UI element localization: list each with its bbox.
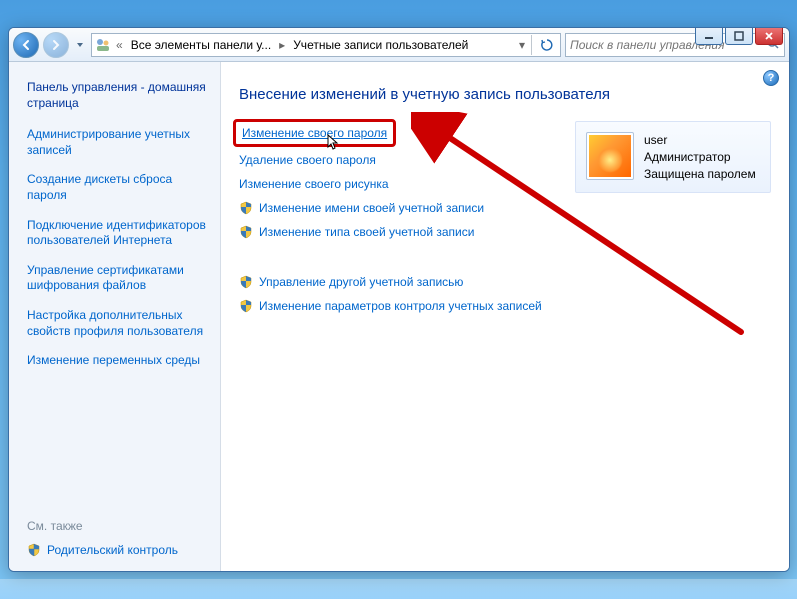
sidebar-link-password-reset-disk[interactable]: Создание дискеты сброса пароля (27, 172, 208, 203)
action-remove-password[interactable]: Удаление своего пароля (239, 151, 551, 169)
shield-icon (239, 201, 253, 215)
action-label: Удаление своего пароля (239, 153, 376, 167)
maximize-button[interactable] (725, 27, 753, 45)
shield-icon (239, 275, 253, 289)
minimize-button[interactable] (695, 27, 723, 45)
action-label: Управление другой учетной записью (259, 275, 463, 289)
sidebar: Панель управления - домашняя страница Ад… (9, 62, 221, 571)
breadcrumb-segment-1[interactable]: Все элементы панели у... (127, 36, 275, 54)
history-dropdown[interactable] (73, 35, 87, 55)
breadcrumb-root-arrow[interactable]: « (114, 38, 125, 52)
user-accounts-icon (94, 36, 112, 54)
action-change-password[interactable]: Изменение своего пароля (242, 124, 387, 142)
avatar (586, 132, 634, 180)
action-change-name[interactable]: Изменение имени своей учетной записи (239, 199, 551, 217)
control-panel-window: « Все элементы панели у... ▸ Учетные зап… (8, 27, 790, 572)
close-button[interactable] (755, 27, 783, 45)
action-label: Изменение параметров контроля учетных за… (259, 299, 542, 313)
content-area: ? Внесение изменений в учетную запись по… (221, 62, 789, 571)
user-status: Защищена паролем (644, 166, 756, 183)
sidebar-link-admin-accounts[interactable]: Администрирование учетных записей (27, 127, 208, 158)
action-label: Изменение своего рисунка (239, 177, 389, 191)
action-uac-settings[interactable]: Изменение параметров контроля учетных за… (239, 297, 551, 315)
sidebar-parental-control[interactable]: Родительский контроль (27, 543, 208, 557)
breadcrumb-segment-2[interactable]: Учетные записи пользователей (289, 36, 472, 54)
action-label: Изменение имени своей учетной записи (259, 201, 484, 215)
shield-icon (27, 543, 41, 557)
actions-list: Изменение своего пароля Удаление своего … (239, 121, 551, 321)
sidebar-link-encryption-certs[interactable]: Управление сертификатами шифрования файл… (27, 263, 208, 294)
page-title: Внесение изменений в учетную запись поль… (239, 86, 771, 103)
action-change-type[interactable]: Изменение типа своей учетной записи (239, 223, 551, 241)
breadcrumb-dropdown[interactable]: ▾ (517, 38, 527, 52)
sidebar-heading[interactable]: Панель управления - домашняя страница (27, 80, 208, 111)
user-name: user (644, 132, 756, 149)
breadcrumb-arrow[interactable]: ▸ (277, 38, 287, 52)
window-controls (695, 27, 783, 45)
action-change-picture[interactable]: Изменение своего рисунка (239, 175, 551, 193)
navigation-bar: « Все элементы панели у... ▸ Учетные зап… (9, 28, 789, 62)
user-card: user Администратор Защищена паролем (575, 121, 771, 193)
user-role: Администратор (644, 149, 756, 166)
shield-icon (239, 299, 253, 313)
action-label: Изменение типа своей учетной записи (259, 225, 474, 239)
refresh-button[interactable] (536, 34, 558, 56)
sidebar-parental-label: Родительский контроль (47, 543, 178, 557)
annotation-highlight: Изменение своего пароля (233, 119, 396, 147)
action-label: Изменение своего пароля (242, 126, 387, 140)
address-bar[interactable]: « Все элементы панели у... ▸ Учетные зап… (91, 33, 561, 57)
action-manage-other[interactable]: Управление другой учетной записью (239, 273, 551, 291)
sidebar-link-advanced-profile[interactable]: Настройка дополнительных свойств профиля… (27, 308, 208, 339)
desktop-background (0, 579, 797, 599)
forward-button[interactable] (43, 32, 69, 58)
sidebar-see-also: См. также (27, 519, 208, 533)
sidebar-link-online-ids[interactable]: Подключение идентификаторов пользователе… (27, 218, 208, 249)
help-icon[interactable]: ? (763, 70, 779, 86)
sidebar-link-env-vars[interactable]: Изменение переменных среды (27, 353, 208, 369)
shield-icon (239, 225, 253, 239)
back-button[interactable] (13, 32, 39, 58)
